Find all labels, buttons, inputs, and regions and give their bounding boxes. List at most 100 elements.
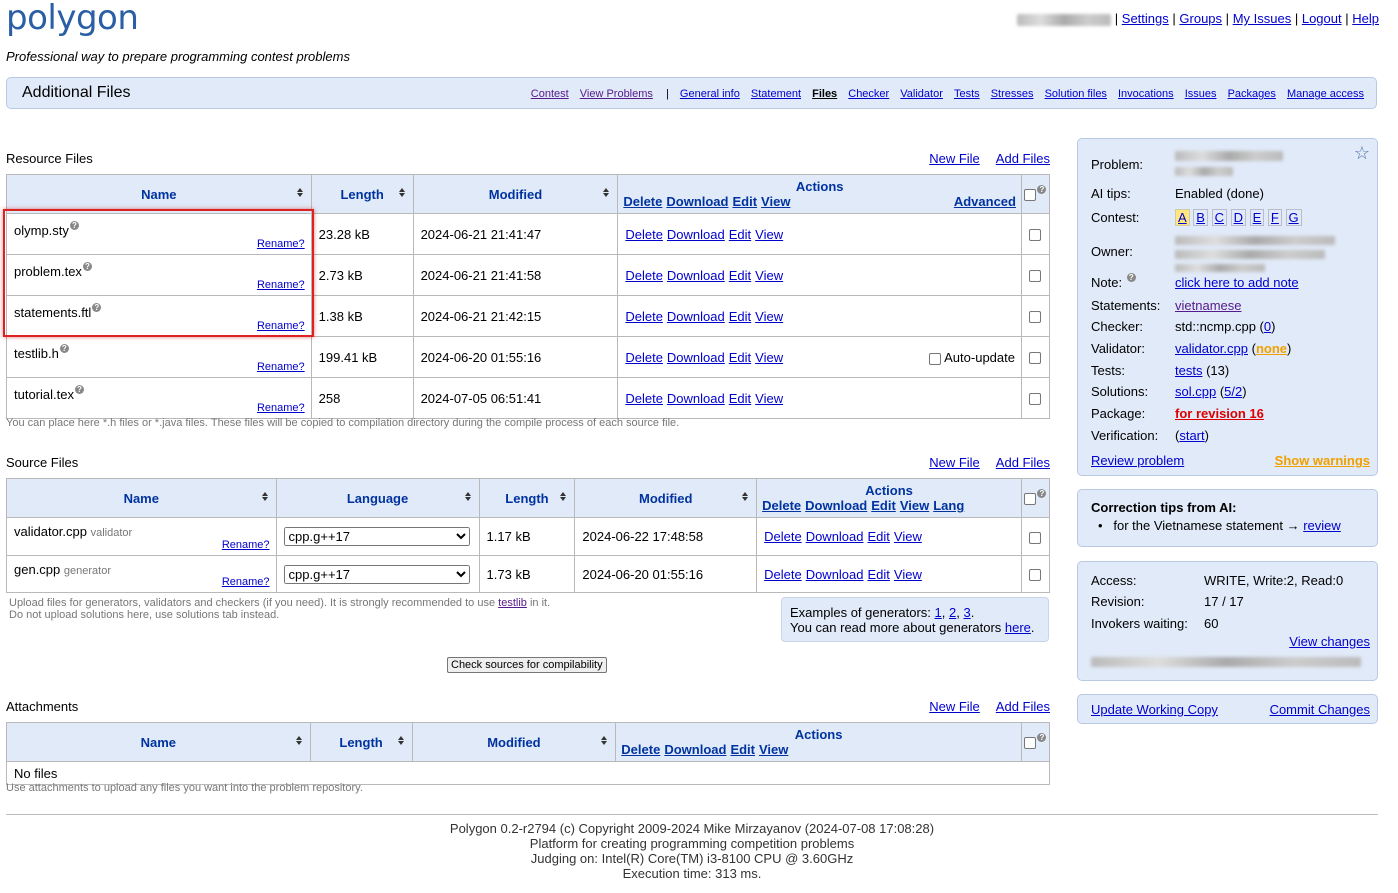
col-modified[interactable]: Modified xyxy=(412,174,619,214)
download-link[interactable]: Download xyxy=(667,391,725,406)
verification-start-link[interactable]: start xyxy=(1179,428,1204,443)
edit-link[interactable]: Edit xyxy=(729,268,751,283)
contest-problem-e[interactable]: E xyxy=(1249,209,1265,226)
tests-link[interactable]: tests xyxy=(1175,363,1202,378)
testlib-link[interactable]: testlib xyxy=(498,597,527,609)
logout-link[interactable]: Logout xyxy=(1302,11,1342,26)
col-length[interactable]: Length xyxy=(309,722,413,762)
download-link[interactable]: Download xyxy=(667,227,725,242)
view-changes-link[interactable]: View changes xyxy=(1289,634,1370,649)
resource-new-file-link[interactable]: New File xyxy=(929,151,980,166)
view-link[interactable]: View xyxy=(894,529,922,544)
star-icon[interactable]: ☆ xyxy=(1354,143,1370,164)
delete-link[interactable]: Delete xyxy=(625,391,663,406)
bulk-delete[interactable]: Delete xyxy=(621,742,660,757)
contest-problem-d[interactable]: D xyxy=(1230,209,1246,226)
edit-link[interactable]: Edit xyxy=(868,529,890,544)
contest-problem-a[interactable]: A xyxy=(1175,209,1190,226)
bulk-download[interactable]: Download xyxy=(805,498,867,513)
download-link[interactable]: Download xyxy=(806,567,864,582)
menu-contest[interactable]: Contest xyxy=(531,88,569,100)
view-link[interactable]: View xyxy=(755,391,783,406)
row-checkbox[interactable] xyxy=(1029,352,1042,365)
attachments-add-files-link[interactable]: Add Files xyxy=(996,699,1050,714)
bulk-delete[interactable]: Delete xyxy=(762,498,801,513)
review-problem-link[interactable]: Review problem xyxy=(1091,453,1184,468)
view-link[interactable]: View xyxy=(755,268,783,283)
col-length[interactable]: Length xyxy=(310,174,414,214)
edit-link[interactable]: Edit xyxy=(729,391,751,406)
download-link[interactable]: Download xyxy=(667,309,725,324)
edit-link[interactable]: Edit xyxy=(729,350,751,365)
row-checkbox[interactable] xyxy=(1029,311,1042,324)
language-select[interactable]: cpp.g++17 xyxy=(283,564,470,584)
bulk-edit[interactable]: Edit xyxy=(732,194,757,209)
col-name[interactable]: Name xyxy=(6,174,312,214)
bulk-download[interactable]: Download xyxy=(666,194,728,209)
delete-link[interactable]: Delete xyxy=(764,529,802,544)
menu-checker[interactable]: Checker xyxy=(848,88,889,100)
attachments-new-file-link[interactable]: New File xyxy=(929,699,980,714)
example-2-link[interactable]: 2 xyxy=(949,605,956,620)
select-all[interactable]: ? xyxy=(1020,174,1051,214)
source-add-files-link[interactable]: Add Files xyxy=(996,455,1050,470)
resource-add-files-link[interactable]: Add Files xyxy=(996,151,1050,166)
bulk-lang[interactable]: Lang xyxy=(933,498,964,513)
view-link[interactable]: View xyxy=(894,567,922,582)
col-name[interactable]: Name xyxy=(6,722,311,762)
col-name[interactable]: Name xyxy=(6,478,277,518)
contest-problem-g[interactable]: G xyxy=(1285,209,1302,226)
add-note-link[interactable]: click here to add note xyxy=(1175,275,1299,290)
rename-link[interactable]: Rename? xyxy=(257,402,305,414)
delete-link[interactable]: Delete xyxy=(625,227,663,242)
help-link[interactable]: Help xyxy=(1352,11,1379,26)
bulk-view[interactable]: View xyxy=(759,742,788,757)
advanced-link[interactable]: Advanced xyxy=(954,194,1016,209)
select-all-checkbox[interactable] xyxy=(1024,737,1037,750)
menu-view-problems[interactable]: View Problems xyxy=(580,88,653,100)
polygon-logo[interactable]: polygon xyxy=(6,0,139,38)
commit-changes-link[interactable]: Commit Changes xyxy=(1270,702,1370,717)
example-1-link[interactable]: 1 xyxy=(935,605,942,620)
delete-link[interactable]: Delete xyxy=(625,268,663,283)
contest-problem-f[interactable]: F xyxy=(1267,209,1282,226)
auto-update-checkbox[interactable] xyxy=(929,352,942,365)
select-all[interactable]: ? xyxy=(1020,478,1051,518)
row-checkbox[interactable] xyxy=(1029,531,1042,544)
bulk-edit[interactable]: Edit xyxy=(871,498,896,513)
col-length[interactable]: Length xyxy=(478,478,576,518)
bulk-download[interactable]: Download xyxy=(664,742,726,757)
check-sources-button[interactable]: Check sources for compilability xyxy=(447,657,607,673)
rename-link[interactable]: Rename? xyxy=(222,539,270,551)
validator-link[interactable]: validator.cpp xyxy=(1175,341,1248,356)
contest-problem-c[interactable]: C xyxy=(1211,209,1227,226)
bulk-delete[interactable]: Delete xyxy=(623,194,662,209)
validator-tests-link[interactable]: none xyxy=(1256,341,1287,356)
row-checkbox[interactable] xyxy=(1029,393,1042,406)
language-select[interactable]: cpp.g++17 xyxy=(283,527,470,546)
delete-link[interactable]: Delete xyxy=(764,567,802,582)
auto-update-toggle[interactable]: Auto-update xyxy=(929,350,1015,365)
edit-link[interactable]: Edit xyxy=(868,567,890,582)
select-all-checkbox[interactable] xyxy=(1024,189,1037,202)
groups-link[interactable]: Groups xyxy=(1179,11,1222,26)
my-issues-link[interactable]: My Issues xyxy=(1233,11,1292,26)
download-link[interactable]: Download xyxy=(806,529,864,544)
bulk-edit[interactable]: Edit xyxy=(730,742,755,757)
source-new-file-link[interactable]: New File xyxy=(929,455,980,470)
bulk-view[interactable]: View xyxy=(761,194,790,209)
checker-count-link[interactable]: 0 xyxy=(1264,319,1271,334)
menu-issues[interactable]: Issues xyxy=(1185,88,1217,100)
statements-link[interactable]: vietnamese xyxy=(1175,298,1241,313)
select-all[interactable]: ? xyxy=(1020,722,1051,762)
show-warnings-link[interactable]: Show warnings xyxy=(1275,453,1370,468)
row-checkbox[interactable] xyxy=(1029,569,1042,582)
contest-problem-b[interactable]: B xyxy=(1193,209,1208,226)
download-link[interactable]: Download xyxy=(667,350,725,365)
rename-link[interactable]: Rename? xyxy=(257,361,305,373)
select-all-checkbox[interactable] xyxy=(1024,493,1037,506)
menu-validator[interactable]: Validator xyxy=(900,88,943,100)
delete-link[interactable]: Delete xyxy=(625,309,663,324)
menu-manage-access[interactable]: Manage access xyxy=(1287,88,1364,100)
col-language[interactable]: Language xyxy=(275,478,480,518)
